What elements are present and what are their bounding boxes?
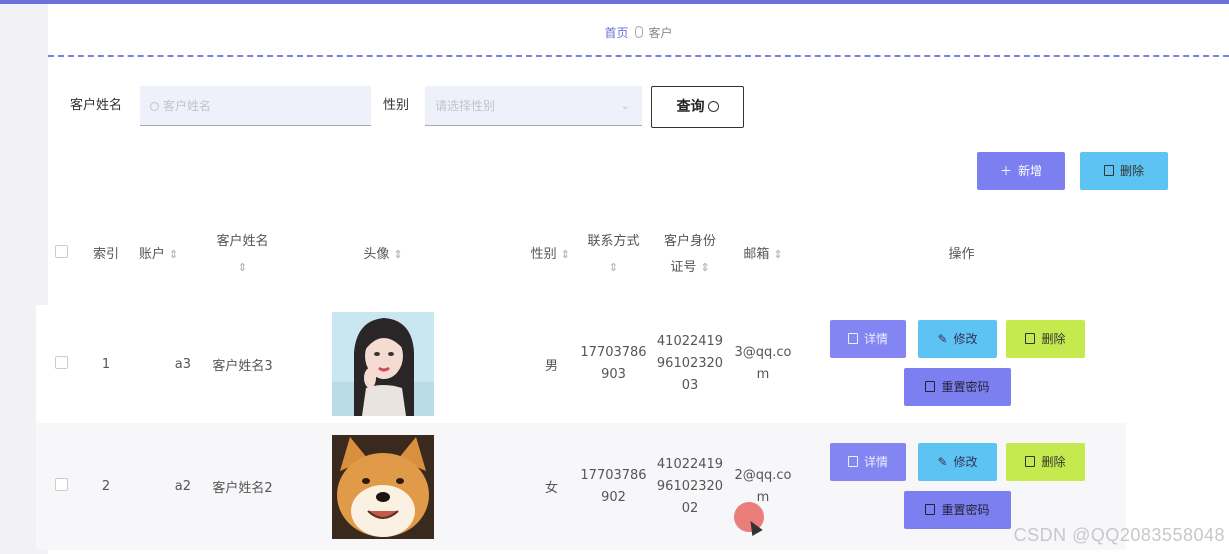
plus-icon: ＋ bbox=[999, 164, 1012, 178]
search-icon bbox=[707, 101, 719, 112]
pencil-icon: ✎ bbox=[937, 332, 948, 346]
gender-select[interactable]: 请选择性别 ⌄ bbox=[425, 86, 642, 126]
avatar-girl-image bbox=[332, 312, 434, 416]
cell-index: 2 bbox=[86, 423, 126, 550]
edit-button[interactable]: ✎ 修改 bbox=[918, 320, 997, 358]
batch-delete-label: 删除 bbox=[1119, 164, 1144, 178]
reset-password-button[interactable]: 重置密码 bbox=[904, 368, 1011, 406]
cell-index: 1 bbox=[86, 305, 126, 423]
sort-icon[interactable]: ⇕ bbox=[393, 248, 402, 261]
header-divider bbox=[48, 55, 1229, 57]
pencil-icon: ✎ bbox=[937, 455, 948, 469]
breadcrumb-home[interactable]: 首页 bbox=[604, 26, 628, 40]
gender-select-placeholder: 请选择性别 bbox=[435, 99, 496, 113]
cell-idcard: 41022419 96102320 03 bbox=[651, 305, 729, 423]
header-account[interactable]: 账户 ⇕ bbox=[126, 205, 191, 305]
watermark: CSDN @QQ2083558048 bbox=[1013, 525, 1225, 545]
sort-icon[interactable]: ⇕ bbox=[561, 248, 570, 261]
header-avatar[interactable]: 头像 ⇕ bbox=[294, 205, 472, 305]
breadcrumb-current: 客户 bbox=[648, 26, 673, 40]
header-idcard[interactable]: 客户身份 证号 ⇕ bbox=[651, 205, 729, 305]
select-all-checkbox[interactable] bbox=[54, 245, 68, 258]
cell-idcard: 41022419 96102320 02 bbox=[651, 423, 729, 550]
sort-icon[interactable]: ⇕ bbox=[238, 261, 247, 274]
detail-button[interactable]: 详情 bbox=[830, 320, 906, 358]
sort-icon[interactable]: ⇕ bbox=[700, 261, 709, 274]
cell-name: 客户姓名3 bbox=[191, 305, 294, 423]
breadcrumb: 首页 客户 bbox=[48, 24, 1229, 48]
reset-password-button[interactable]: 重置密码 bbox=[904, 491, 1011, 529]
header-actions: 操作 bbox=[948, 247, 975, 262]
document-icon bbox=[925, 381, 936, 392]
document-icon bbox=[847, 456, 858, 467]
name-search-placeholder: 客户姓名 bbox=[163, 99, 212, 113]
table-row: 2 a2 客户姓名2 女 17703786 902 41022419 961023 bbox=[36, 423, 1126, 550]
gender-filter-label: 性别 bbox=[383, 98, 410, 113]
cell-email: 3@qq.co m bbox=[729, 305, 797, 423]
edit-button[interactable]: ✎ 修改 bbox=[918, 443, 997, 481]
delete-button[interactable]: 删除 bbox=[1006, 320, 1085, 358]
add-button[interactable]: ＋ 新增 bbox=[977, 152, 1065, 190]
cell-account: a3 bbox=[126, 305, 191, 423]
cell-phone: 17703786 902 bbox=[576, 423, 651, 550]
avatar-dog-image bbox=[332, 434, 434, 539]
name-filter-label: 客户姓名 bbox=[70, 98, 123, 113]
search-icon bbox=[150, 102, 159, 111]
row-actions: 详情 ✎ 修改 删除 重置密码 bbox=[797, 305, 1087, 423]
customer-table: 索引 账户 ⇕ 客户姓名 ⇕ 头像 ⇕ 性别 ⇕ 联系方式 ⇕ 客户身份 证号 ⇕ 邮… bbox=[36, 205, 1126, 550]
query-button-label: 查询 bbox=[676, 99, 705, 115]
header-phone[interactable]: 联系方式 ⇕ bbox=[576, 205, 651, 305]
row-checkbox[interactable] bbox=[54, 478, 68, 491]
detail-button[interactable]: 详情 bbox=[830, 443, 906, 481]
trash-icon bbox=[1025, 456, 1036, 467]
breadcrumb-separator-icon bbox=[634, 26, 643, 38]
header-index: 索引 bbox=[92, 247, 119, 262]
cell-name: 客户姓名2 bbox=[191, 423, 294, 550]
cell-account: a2 bbox=[126, 423, 191, 550]
cell-gender: 女 bbox=[472, 423, 576, 550]
document-icon bbox=[847, 333, 858, 344]
sort-icon[interactable]: ⇕ bbox=[773, 248, 782, 261]
cell-phone: 17703786 903 bbox=[576, 305, 651, 423]
trash-icon bbox=[1025, 333, 1036, 344]
sort-icon[interactable]: ⇕ bbox=[169, 248, 178, 261]
sort-icon[interactable]: ⇕ bbox=[609, 261, 618, 274]
chevron-down-icon: ⌄ bbox=[620, 99, 630, 112]
table-row: 1 a3 客户姓名3 男 17703786 903 41022419 96102… bbox=[36, 305, 1126, 423]
trash-icon bbox=[1103, 165, 1114, 176]
delete-button[interactable]: 删除 bbox=[1006, 443, 1085, 481]
cell-email: 2@qq.co m bbox=[729, 423, 797, 550]
table-header-row: 索引 账户 ⇕ 客户姓名 ⇕ 头像 ⇕ 性别 ⇕ 联系方式 ⇕ 客户身份 证号 ⇕ 邮… bbox=[36, 205, 1126, 305]
batch-delete-button[interactable]: 删除 bbox=[1080, 152, 1168, 190]
cell-gender: 男 bbox=[472, 305, 576, 423]
header-email[interactable]: 邮箱 ⇕ bbox=[729, 205, 797, 305]
document-icon bbox=[925, 504, 936, 515]
name-search-input[interactable]: 客户姓名 bbox=[140, 86, 371, 126]
query-button[interactable]: 查询 bbox=[651, 86, 744, 128]
row-checkbox[interactable] bbox=[54, 355, 68, 369]
header-gender[interactable]: 性别 ⇕ bbox=[472, 205, 576, 305]
header-name[interactable]: 客户姓名 ⇕ bbox=[191, 205, 294, 305]
add-button-label: 新增 bbox=[1018, 164, 1043, 178]
